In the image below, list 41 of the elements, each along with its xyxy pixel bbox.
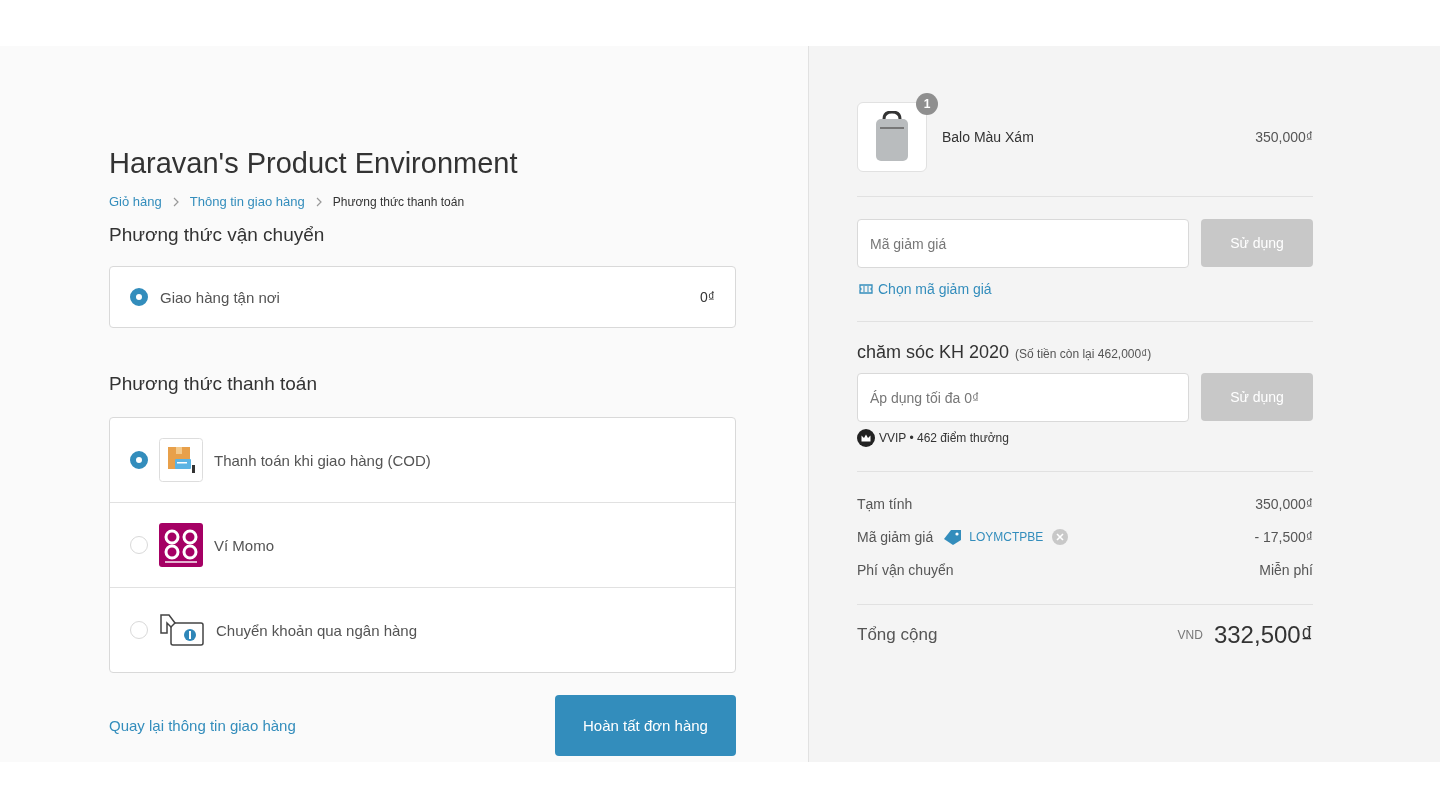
hand-card-icon	[159, 613, 205, 647]
remove-code-button[interactable]	[1051, 528, 1070, 546]
summary-label: Tạm tính	[857, 496, 913, 512]
breadcrumb-link[interactable]: Giỏ hàng	[109, 194, 162, 209]
payment-method-label: Thanh toán khi giao hàng (COD)	[214, 451, 432, 469]
summary-label: Phí vận chuyển	[857, 562, 954, 578]
breadcrumb-link[interactable]: Thông tin giao hàng	[189, 194, 305, 209]
radio-button[interactable]	[130, 288, 148, 306]
discount-code: LOYMCTPBE	[969, 530, 1044, 544]
tag-icon	[943, 529, 964, 545]
option-label: Giao hàng tận nơi	[160, 288, 281, 306]
section-heading: Phương thức vận chuyển	[109, 223, 326, 247]
section-heading: Phương thức thanh toán	[109, 372, 318, 396]
product-name: Balo Màu Xám	[942, 129, 1035, 145]
package-card-icon	[159, 438, 203, 482]
total-label: Tổng cộng	[857, 625, 938, 645]
currency-code: VND	[1177, 628, 1203, 642]
loyalty-program-title: chăm sóc KH 2020	[857, 342, 1010, 363]
chevron-right-icon	[171, 196, 180, 207]
chevron-right-icon	[314, 196, 323, 207]
back-link[interactable]: Quay lại thông tin giao hàng	[109, 717, 296, 734]
close-icon	[1051, 528, 1070, 546]
member-tier-points: VVIP • 462 điểm thưởng	[879, 431, 1009, 445]
quantity-badge: 1	[916, 93, 938, 115]
store-title: Haravan's Product Environment	[109, 146, 519, 181]
ticket-icon	[859, 284, 873, 294]
option-price: 0₫	[700, 289, 715, 305]
momo-logo-icon	[159, 523, 203, 567]
payment-method-label: Ví Momo	[214, 536, 275, 554]
product-price: 350,000₫	[1255, 129, 1313, 145]
payment-method-label: Chuyển khoản qua ngân hàng	[216, 621, 418, 639]
balance-note: (Số tiền còn lại 462,000₫)	[1015, 347, 1152, 361]
crown-icon	[857, 429, 875, 447]
complete-order-button[interactable]: Hoàn tất đơn hàng	[555, 695, 736, 756]
summary-value: - 17,500₫	[1254, 529, 1313, 545]
breadcrumb-link[interactable]: Phương thức thanh toán	[332, 194, 465, 209]
summary-label: Mã giảm giá	[857, 529, 934, 545]
total-amount: 332,500₫	[1213, 621, 1313, 649]
summary-value: 350,000₫	[1255, 496, 1313, 512]
summary-value: Miễn phí	[1259, 562, 1313, 578]
radio-button[interactable]	[130, 451, 148, 469]
